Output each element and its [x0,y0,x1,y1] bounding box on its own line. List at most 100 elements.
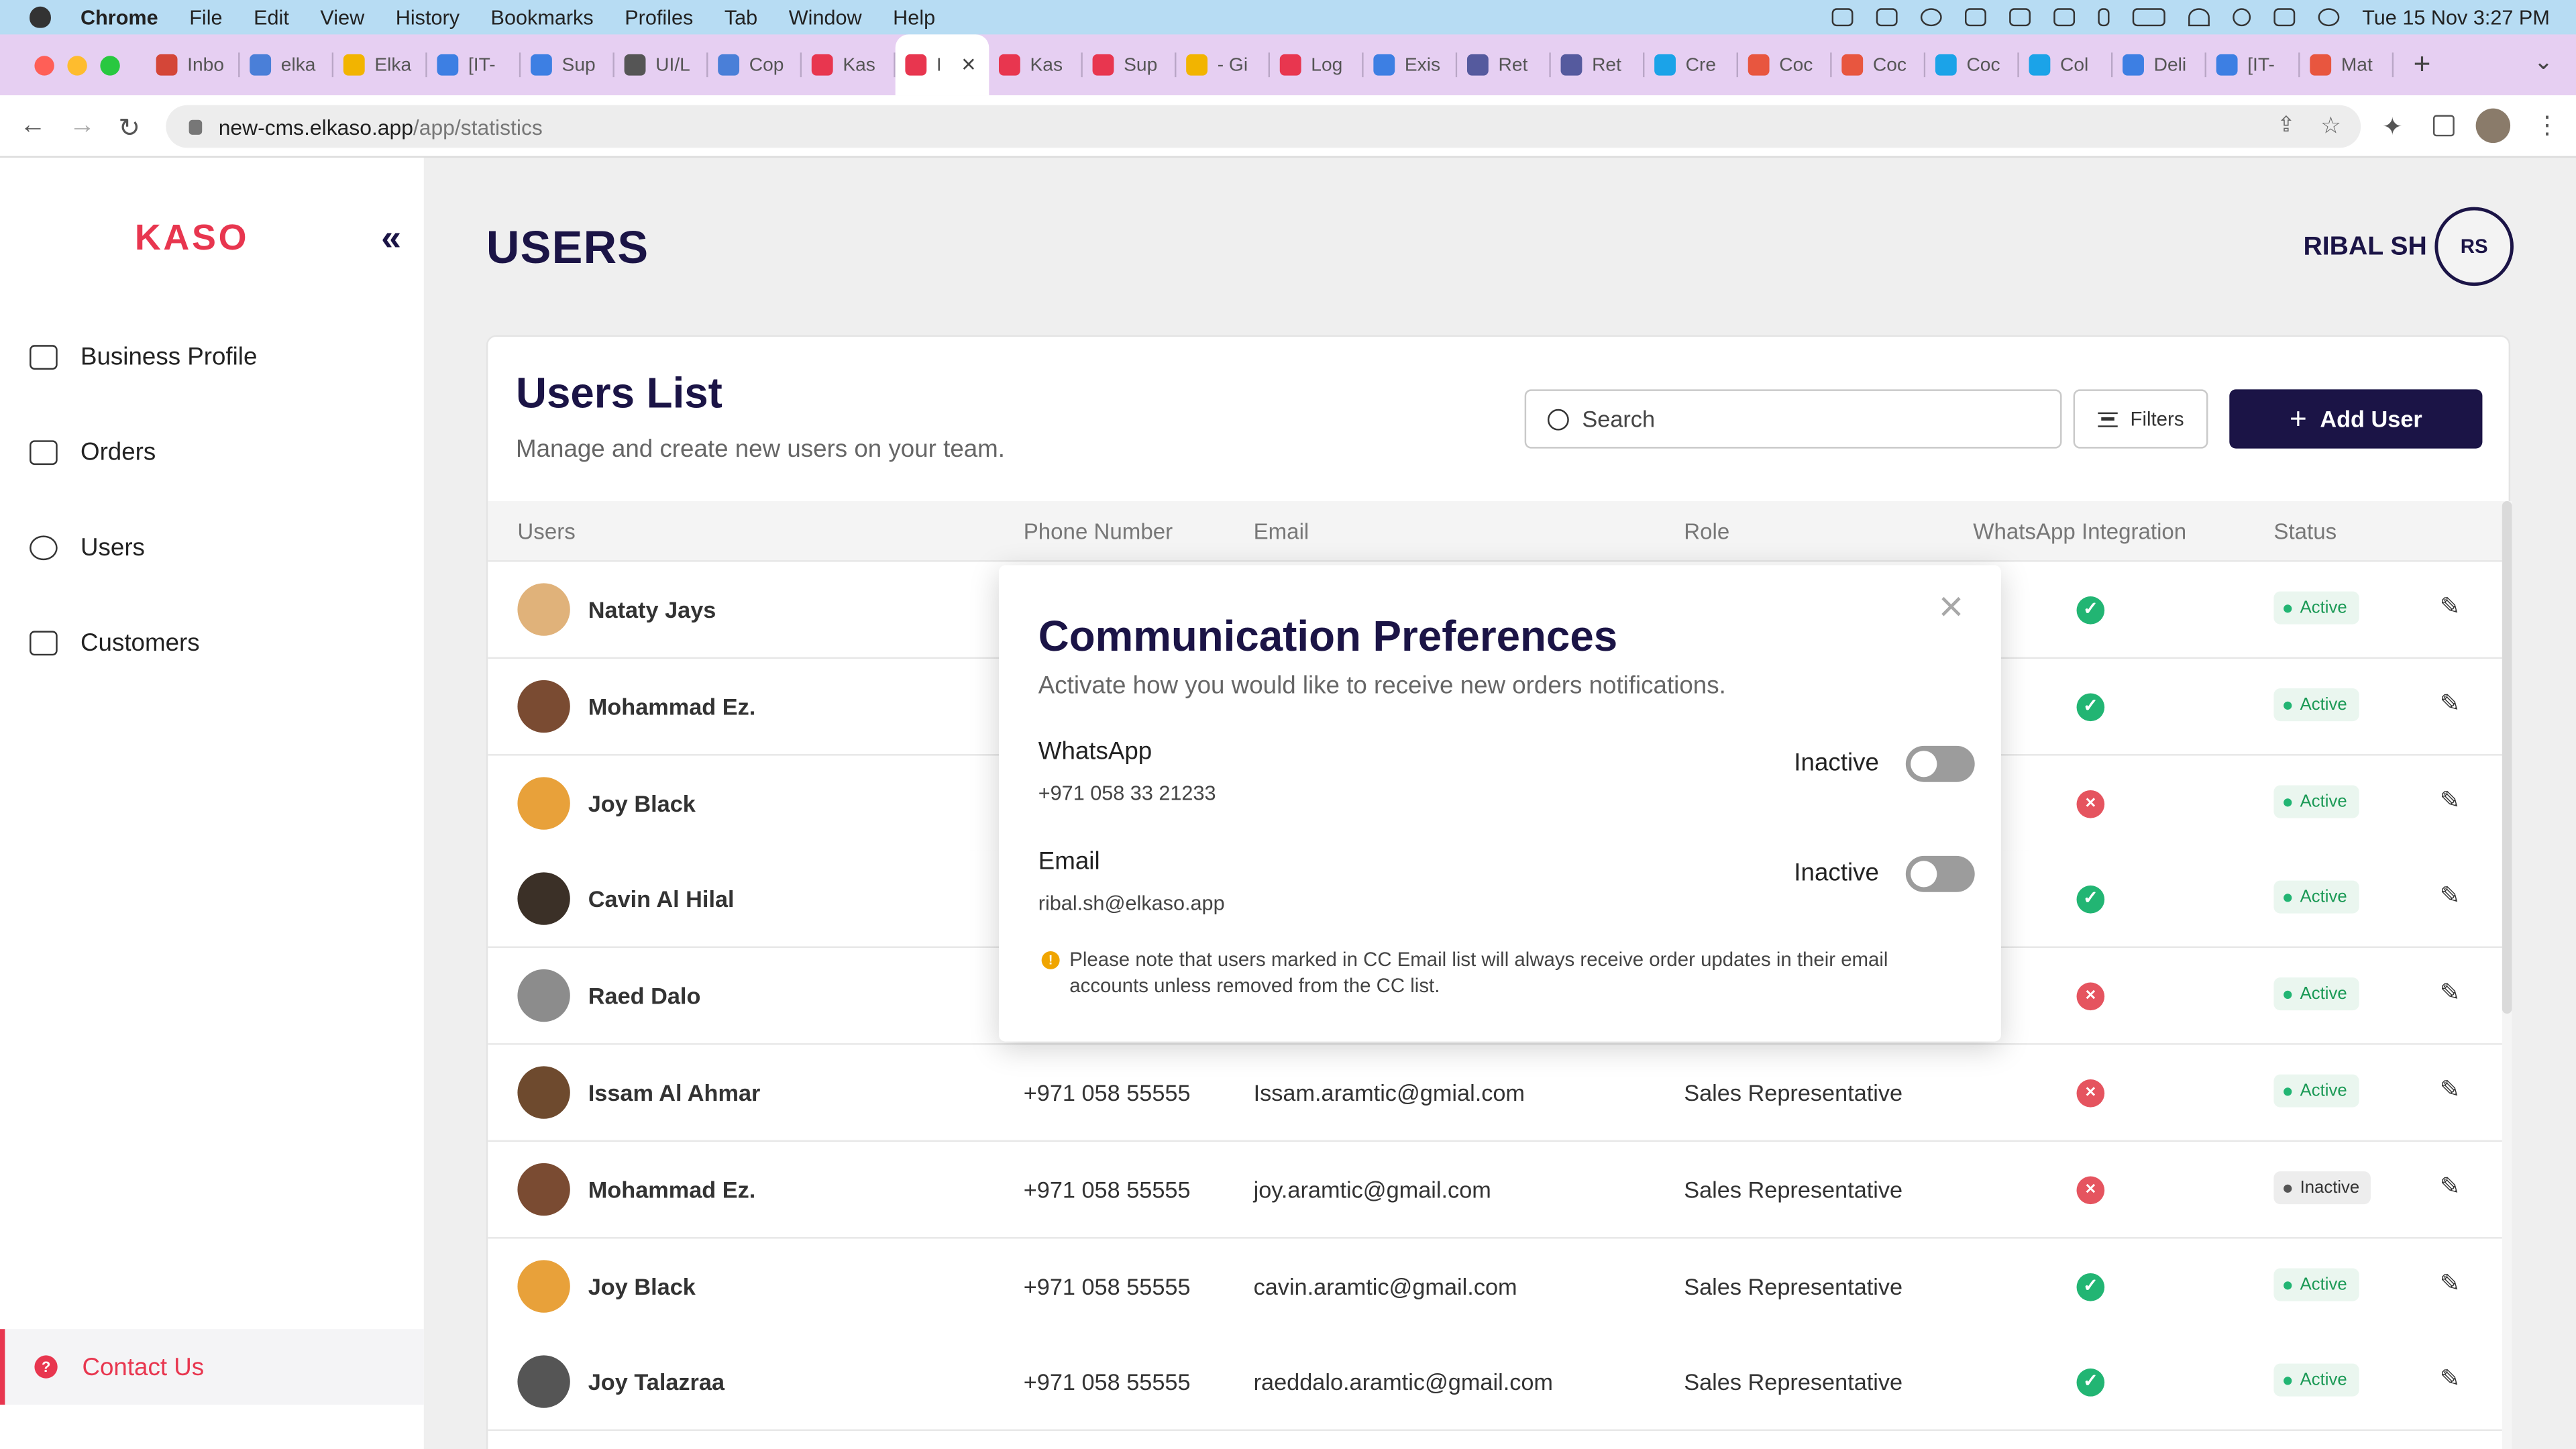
browser-tab[interactable]: [IT- [2206,34,2300,95]
email-toggle[interactable] [1905,855,1975,892]
menu-bookmarks[interactable]: Bookmarks [491,6,594,29]
wifi-icon[interactable] [2188,8,2210,27]
browser-tab[interactable]: Log [1270,34,1364,95]
browser-tab[interactable]: Ret [1457,34,1551,95]
close-window-button[interactable] [34,55,54,75]
grammarly-icon[interactable] [1920,8,1942,27]
table-row[interactable]: Mohammad Ez. +971 058 55555 joy.aramtic@gm… [488,1141,2502,1239]
lock-icon[interactable] [189,119,203,134]
collapse-sidebar-icon[interactable]: « [381,217,401,260]
spotlight-icon[interactable] [2232,8,2251,27]
column-header-users[interactable]: Users [517,519,575,544]
whatsapp-toggle[interactable] [1905,745,1975,782]
table-row[interactable]: Joy Talazraa +971 058 55555 raeddalo.aramt… [488,1334,2502,1432]
address-bar[interactable]: new-cms.elkaso.app /app/statistics ⇪ ☆ [166,105,2361,148]
table-scrollbar-thumb[interactable] [2502,500,2512,1014]
browser-tab[interactable]: Deli [2112,34,2207,95]
column-header-phone[interactable]: Phone Number [1024,519,1173,544]
browser-tab[interactable]: Cre [1644,34,1739,95]
browser-tab[interactable]: Coc [1832,34,1926,95]
minimize-window-button[interactable] [67,55,87,75]
browser-tab[interactable]: Sup [521,34,614,95]
browser-tab[interactable]: [IT- [427,34,521,95]
menu-window[interactable]: Window [789,6,862,29]
siri-icon[interactable] [2318,8,2339,27]
column-header-email[interactable]: Email [1254,519,1309,544]
menu-file[interactable]: File [189,6,222,29]
browser-tab[interactable]: Cop [708,34,802,95]
column-header-status[interactable]: Status [2273,519,2337,544]
forward-icon[interactable]: → [69,112,95,142]
menu-edit[interactable]: Edit [254,6,289,29]
battery-icon[interactable] [2132,8,2165,27]
edit-pencil-icon[interactable]: ✎ [2440,1270,2466,1297]
sidebar-item-orders[interactable]: Orders [30,439,156,467]
edit-pencil-icon[interactable]: ✎ [2440,1366,2466,1394]
clock[interactable]: Tue 15 Nov 3:27 PM [2362,6,2550,29]
browser-tab[interactable]: Inbo [146,34,240,95]
menu-history[interactable]: History [396,6,460,29]
status-icon[interactable] [1831,8,1854,27]
user-avatar[interactable]: RS [2434,207,2514,286]
close-tab-icon[interactable]: × [961,51,975,79]
edit-pencil-icon[interactable]: ✎ [2440,980,2466,1008]
menu-tab[interactable]: Tab [724,6,757,29]
display-icon[interactable] [2008,8,2031,27]
edit-pencil-icon[interactable]: ✎ [2440,690,2466,718]
filters-button[interactable]: Filters [2073,389,2208,449]
menu-view[interactable]: View [320,6,364,29]
browser-tab[interactable]: - Gi [1176,34,1271,95]
more-menu-icon[interactable]: ⋮ [2535,110,2560,140]
edit-pencil-icon[interactable]: ✎ [2440,1173,2466,1201]
sidebar-item-customers[interactable]: Customers [30,629,200,657]
browser-tab[interactable]: Coc [1738,34,1832,95]
control-center-icon[interactable] [2273,8,2295,27]
status-icon[interactable] [1876,8,1898,27]
extensions-icon[interactable]: ✦ [2382,112,2403,142]
column-header-role[interactable]: Role [1684,519,1729,544]
profile-avatar[interactable] [2475,108,2511,144]
reload-icon[interactable]: ↻ [118,112,140,145]
favicon-icon [718,54,740,76]
menu-profiles[interactable]: Profiles [625,6,693,29]
back-icon[interactable]: ← [19,112,46,142]
browser-tab[interactable]: Mat [2300,34,2394,95]
side-panel-icon[interactable] [2432,115,2455,137]
zoom-window-button[interactable] [100,55,120,75]
browser-tab[interactable]: Elka [333,34,427,95]
browser-tab[interactable]: Kas [989,34,1083,95]
browser-tab[interactable]: I × [895,34,989,96]
edit-pencil-icon[interactable]: ✎ [2440,787,2466,814]
column-header-whatsapp[interactable]: WhatsApp Integration [1973,519,2186,544]
browser-tab[interactable]: elka [240,34,334,95]
search-input[interactable]: Search [1524,389,2062,449]
bluetooth-icon[interactable] [2097,8,2110,27]
browser-tab[interactable]: Ret [1551,34,1645,95]
new-tab-icon[interactable]: + [2414,48,2431,82]
bookmark-star-icon[interactable]: ☆ [2320,112,2341,140]
edit-pencil-icon[interactable]: ✎ [2440,1077,2466,1104]
sidebar-item-business-profile[interactable]: Business Profile [30,343,257,371]
keyboard-icon[interactable] [2053,8,2075,27]
share-icon[interactable]: ⇪ [2277,112,2296,138]
sidebar-item-users[interactable]: Users [30,534,145,562]
browser-tab[interactable]: Col [2019,34,2113,95]
table-row[interactable]: Issam Al Ahmar +971 058 55555 Issam.aramti… [488,1044,2502,1142]
menu-app[interactable]: Chrome [80,6,158,29]
edit-pencil-icon[interactable]: ✎ [2440,594,2466,621]
browser-tab[interactable]: Sup [1083,34,1177,95]
browser-tab[interactable]: UI/L [614,34,708,95]
browser-tab[interactable]: Exis [1364,34,1458,95]
browser-tab[interactable]: Coc [1925,34,2019,95]
tab-search-chevron-icon[interactable]: ⌄ [2534,48,2553,76]
add-user-button[interactable]: + Add User [2229,389,2483,449]
menu-help[interactable]: Help [893,6,935,29]
status-icon[interactable] [1964,8,1986,27]
apple-icon[interactable] [30,6,51,28]
browser-tab[interactable]: Kas [802,34,896,95]
edit-pencil-icon[interactable]: ✎ [2440,883,2466,911]
contact-us-button[interactable]: ? Contact Us [0,1329,424,1405]
close-icon[interactable]: × [1939,585,1964,628]
table-row[interactable]: Joy Black +971 058 55555 cavin.aramtic@gma… [488,1238,2502,1336]
sidebar-item-label: Orders [80,438,156,467]
